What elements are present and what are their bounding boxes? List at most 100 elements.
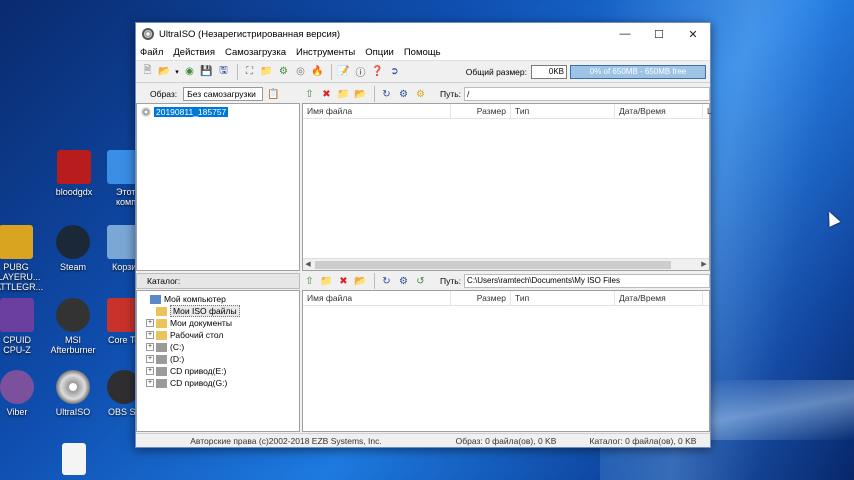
folder-icon (156, 306, 167, 316)
desktop-icon-ultraiso[interactable]: UltraISO (43, 370, 103, 417)
main-toolbar: 🗎 📂 ▾ ◉ 💾 🖫 ⛶ 📁 ⚙ ◎ 🔥 📝 ⓘ ❓ ➲ Общий разм… (136, 61, 710, 83)
expand-toggle-icon[interactable]: + (146, 331, 154, 339)
menu-tools[interactable]: Инструменты (296, 47, 355, 58)
lower-path-label: Путь: (440, 276, 462, 286)
info-icon[interactable]: ⓘ (353, 64, 368, 79)
rename-icon[interactable]: 📂 (353, 87, 368, 102)
iso-root-item[interactable]: 20190811_185757 (141, 106, 299, 118)
new-icon[interactable]: 🗎 (140, 64, 155, 79)
local-tree-item[interactable]: + CD привод(E:) (140, 365, 299, 377)
status-bar: Авторские права (c)2002-2018 EZB Systems… (136, 433, 710, 448)
menu-help[interactable]: Помощь (404, 47, 441, 58)
expand-toggle-icon[interactable] (140, 295, 148, 303)
desktop-icon-steam[interactable]: Steam (43, 225, 103, 272)
boot-type-field[interactable]: Без самозагрузки (183, 87, 264, 101)
exit-icon[interactable]: ➲ (387, 64, 402, 79)
expand-toggle-icon[interactable]: + (146, 379, 154, 387)
view-icon[interactable]: ⚙ (413, 87, 428, 102)
total-size-value: 0KB (531, 64, 567, 79)
settings-icon[interactable]: ⚙ (396, 274, 411, 289)
menu-actions[interactable]: Действия (173, 47, 215, 58)
image-bar: Образ: Без самозагрузки 📋 ⇧ ✖ 📁 📂 ↻ ⚙ ⚙ … (136, 85, 710, 103)
expand-toggle-icon[interactable]: + (146, 367, 154, 375)
col-datetime[interactable]: Дата/Время (615, 290, 703, 306)
open-cd-icon[interactable]: ◉ (182, 64, 197, 79)
menu-file[interactable]: Файл (140, 47, 163, 58)
desktop-icon-viber[interactable]: Viber (0, 370, 47, 417)
desktop-icon-label: Viber (6, 407, 28, 417)
expand-toggle-icon[interactable] (146, 307, 154, 315)
desktop-icon-msi-afterburner[interactable]: MSI Afterburner (43, 298, 103, 355)
menu-bootable[interactable]: Самозагрузка (225, 47, 286, 58)
col-datetime[interactable]: Дата/Время (615, 103, 703, 119)
local-tree-item[interactable]: + (C:) (140, 341, 299, 353)
desktop-icon-label: Steam (59, 262, 86, 272)
settings-icon[interactable]: ⚙ (396, 87, 411, 102)
compress-icon[interactable]: ⚙ (276, 64, 291, 79)
col-type[interactable]: Тип (511, 290, 615, 306)
local-tree-item[interactable]: + (D:) (140, 353, 299, 365)
local-tree-item[interactable]: + CD привод(G:) (140, 377, 299, 389)
dropdown-arrow-icon[interactable]: ▾ (174, 64, 180, 79)
desktop-icon-pubg[interactable]: PUBG PLAYERU... BATTLEGR... (0, 225, 46, 292)
refresh-list-icon[interactable]: ↺ (413, 274, 428, 289)
save-icon[interactable]: 💾 (199, 64, 214, 79)
open-icon[interactable]: 📂 (157, 64, 172, 79)
add-files-icon[interactable]: 📁 (259, 64, 274, 79)
properties-icon[interactable]: 📝 (336, 64, 351, 79)
local-file-list-header: Имя файла Размер Тип Дата/Время (303, 290, 709, 306)
help-icon[interactable]: ❓ (370, 64, 385, 79)
title-bar[interactable]: UltraISO (Незарегистрированная версия) —… (136, 23, 710, 45)
maximize-button[interactable]: ☐ (642, 23, 676, 45)
scroll-thumb[interactable] (315, 261, 671, 269)
boot-properties-icon[interactable]: 📋 (266, 87, 281, 102)
expand-toggle-icon[interactable]: + (146, 355, 154, 363)
local-tree-item[interactable]: Мой компьютер (140, 293, 299, 305)
local-tree-item[interactable]: + Мои документы (140, 317, 299, 329)
iso-file-list: Имя файла Размер Тип Дата/Время L ◀ ▶ (302, 103, 712, 271)
iso-root-label: 20190811_185757 (154, 107, 229, 117)
col-filename[interactable]: Имя файла (303, 103, 451, 119)
desktop-icon-bloodgdx[interactable]: bloodgdx (44, 150, 104, 197)
delete-icon[interactable]: ✖ (319, 87, 334, 102)
mount-icon[interactable]: ◎ (293, 64, 308, 79)
col-size[interactable]: Размер (451, 290, 511, 306)
local-tree-item[interactable]: + Рабочий стол (140, 329, 299, 341)
scroll-right-icon[interactable]: ▶ (699, 259, 709, 270)
scroll-left-icon[interactable]: ◀ (303, 259, 313, 270)
iso-list-hscrollbar[interactable]: ◀ ▶ (303, 258, 709, 270)
close-button[interactable]: ✕ (676, 23, 710, 45)
up-arrow-icon[interactable]: ⇧ (302, 87, 317, 102)
new-folder-icon[interactable]: 📁 (319, 274, 334, 289)
burn-icon[interactable]: 🔥 (310, 64, 325, 79)
expand-toggle-icon[interactable]: + (146, 343, 154, 351)
viber-icon (0, 370, 34, 404)
col-size[interactable]: Размер (451, 103, 511, 119)
up-arrow-icon[interactable]: ⇧ (302, 274, 317, 289)
toolbar-separator (374, 86, 375, 102)
desktop-icon-label: bloodgdx (55, 187, 93, 197)
lower-path-field[interactable]: C:\Users\ramtech\Documents\My ISO Files (464, 274, 710, 288)
desktop-icon-document[interactable] (57, 443, 91, 478)
pubg-icon (0, 225, 33, 259)
add-to-image-icon[interactable]: 📂 (353, 274, 368, 289)
expand-toggle-icon[interactable]: + (146, 319, 154, 327)
refresh-icon[interactable]: ↻ (379, 87, 394, 102)
local-tree-label: Рабочий стол (170, 330, 224, 340)
desktop-icon-cpuz[interactable]: CPUID CPU-Z (0, 298, 47, 355)
local-tree-pane: Мой компьютер Мои ISO файлы + Мои документы… (136, 290, 300, 432)
minimize-button[interactable]: — (608, 23, 642, 45)
col-extra[interactable]: L (703, 104, 712, 119)
local-tree-item[interactable]: Мои ISO файлы (140, 305, 299, 317)
refresh-icon[interactable]: ↻ (379, 274, 394, 289)
new-folder-icon[interactable]: 📁 (336, 87, 351, 102)
extract-icon[interactable]: ⛶ (242, 64, 257, 79)
local-tree-label: Мой компьютер (164, 294, 226, 304)
delete-icon[interactable]: ✖ (336, 274, 351, 289)
col-filename[interactable]: Имя файла (303, 290, 451, 306)
menu-options[interactable]: Опции (365, 47, 394, 58)
upper-path-field[interactable]: / (464, 87, 710, 101)
save-as-icon[interactable]: 🖫 (216, 64, 231, 79)
local-tree-label: (C:) (170, 342, 185, 352)
col-type[interactable]: Тип (511, 103, 615, 119)
